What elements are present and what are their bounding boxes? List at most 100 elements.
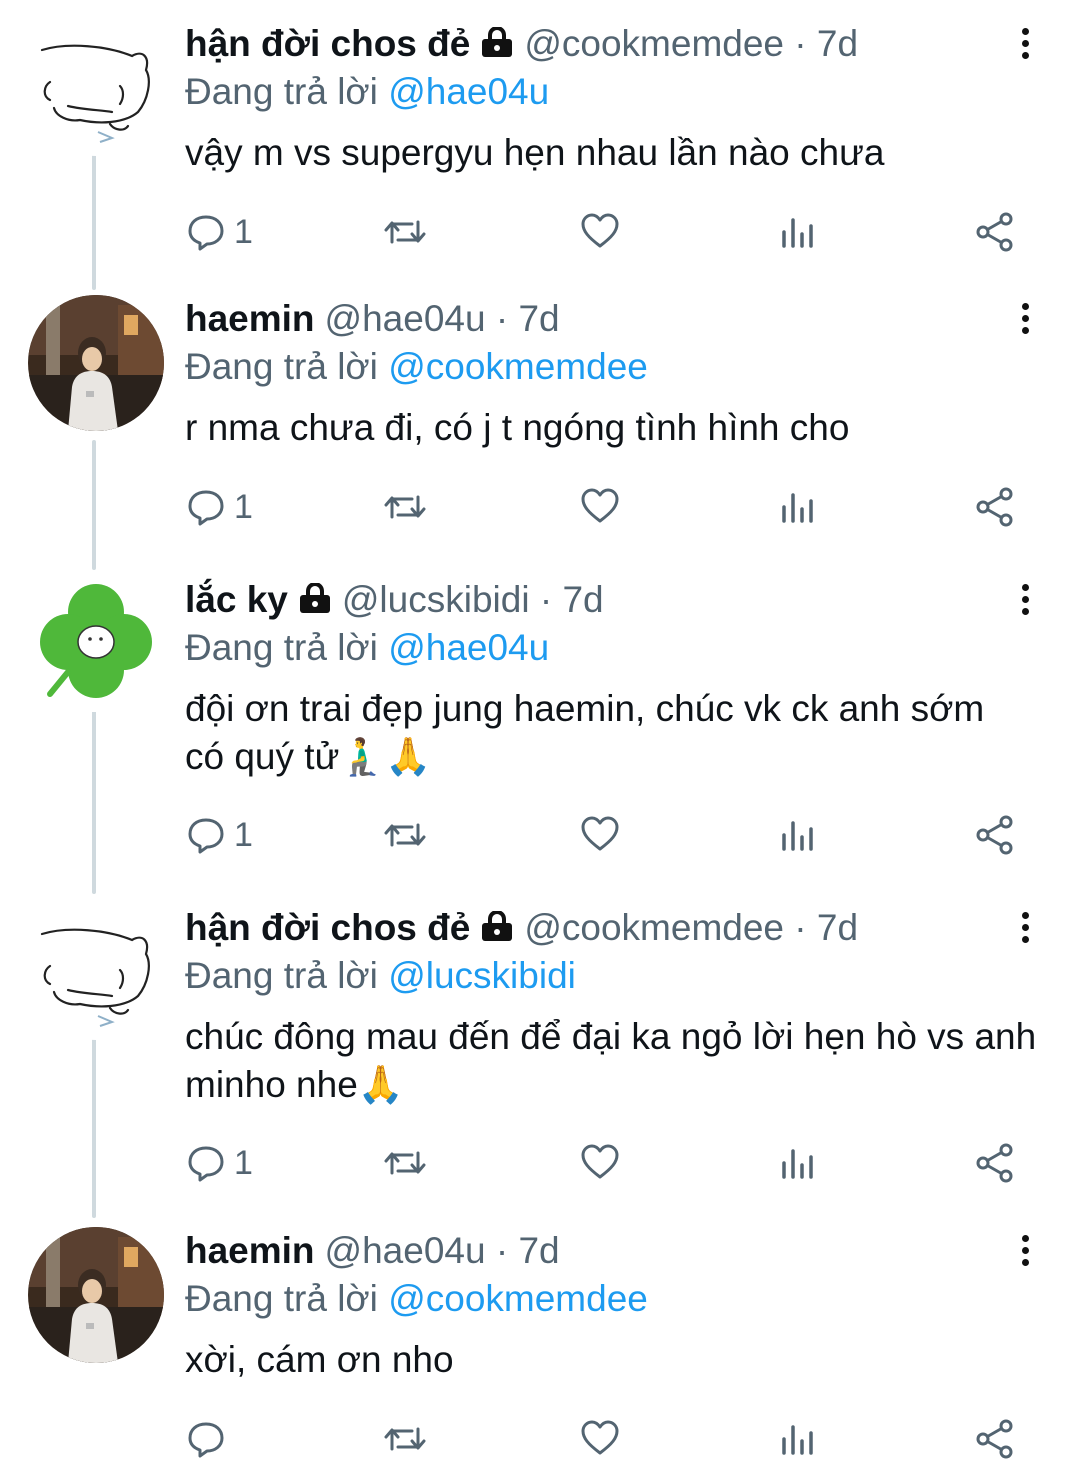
views-button[interactable] [780, 1139, 816, 1187]
photo-avatar-icon [28, 1227, 164, 1363]
display-name[interactable]: hận đời chos đẻ [185, 907, 470, 948]
like-button[interactable] [580, 208, 620, 256]
timestamp[interactable]: 7d [562, 579, 603, 620]
timestamp[interactable]: 7d [817, 907, 858, 948]
timestamp[interactable]: 7d [817, 23, 858, 64]
share-button[interactable] [974, 483, 1016, 531]
views-icon [782, 493, 813, 523]
tweet[interactable]: hận đời chos đẻ @cookmemdee · 7d Đang trả… [0, 904, 1080, 1194]
display-name[interactable]: hận đời chos đẻ [185, 23, 470, 64]
views-button[interactable] [780, 483, 816, 531]
replying-to: Đang trả lời @cookmemdee [185, 1275, 648, 1323]
like-button[interactable] [580, 811, 620, 859]
tweet[interactable]: haemin @hae04u · 7d Đang trả lời @cookmem… [0, 295, 1080, 535]
more-vertical-icon [1021, 912, 1029, 919]
views-button[interactable] [780, 811, 816, 859]
retweet-button[interactable] [382, 208, 428, 256]
retweet-icon [384, 1427, 426, 1451]
share-icon [976, 212, 1013, 252]
user-handle[interactable]: @hae04u [325, 1230, 486, 1271]
replying-to: Đang trả lời @cookmemdee [185, 343, 648, 391]
display-name[interactable]: haemin [185, 1230, 315, 1271]
like-button[interactable] [580, 483, 620, 531]
user-handle[interactable]: @cookmemdee [524, 23, 784, 64]
views-button[interactable] [780, 208, 816, 256]
share-button[interactable] [974, 1415, 1016, 1463]
more-options-button[interactable] [1015, 912, 1035, 952]
views-button[interactable] [780, 1415, 816, 1463]
retweet-button[interactable] [382, 811, 428, 859]
retweet-icon [384, 220, 426, 244]
avatar[interactable] [28, 576, 164, 712]
tweet[interactable]: haemin @hae04u · 7d Đang trả lời @cookmem… [0, 1227, 1080, 1467]
user-handle[interactable]: @lucskibidi [342, 579, 530, 620]
like-button[interactable] [580, 1139, 620, 1187]
views-icon [782, 1425, 813, 1455]
views-icon [782, 821, 813, 851]
reply-button[interactable]: 1 [186, 811, 253, 859]
more-vertical-icon [1021, 28, 1029, 35]
share-button[interactable] [974, 1139, 1016, 1187]
more-options-button[interactable] [1015, 1235, 1035, 1275]
tweet[interactable]: hận đời chos đẻ @cookmemdee · 7d Đang trả… [0, 20, 1080, 260]
reply-button[interactable] [186, 1415, 234, 1463]
more-vertical-icon [1021, 303, 1029, 310]
sketch-avatar-icon [28, 20, 164, 156]
reply-icon [188, 490, 224, 526]
more-options-button[interactable] [1015, 584, 1035, 624]
timestamp[interactable]: 7d [518, 298, 559, 339]
retweet-button[interactable] [382, 1415, 428, 1463]
lock-icon [298, 579, 332, 627]
tweet-actions: 1 [0, 483, 1080, 531]
retweet-button[interactable] [382, 1139, 428, 1187]
mention-link[interactable]: @cookmemdee [388, 1278, 648, 1319]
separator-dot: · [495, 1230, 509, 1271]
reply-button[interactable]: 1 [186, 483, 253, 531]
display-name[interactable]: haemin [185, 298, 315, 339]
separator-dot: · [794, 907, 807, 948]
avatar[interactable] [28, 20, 164, 156]
reply-icon [188, 818, 224, 854]
like-button[interactable] [580, 1415, 620, 1463]
avatar[interactable] [28, 1227, 164, 1363]
display-name[interactable]: lắc ky [185, 579, 288, 620]
user-handle[interactable]: @cookmemdee [524, 907, 784, 948]
replying-to: Đang trả lời @hae04u [185, 624, 549, 672]
tweet-text: r nma chưa đi, có j t ngóng tình hình ch… [185, 407, 850, 448]
heart-icon [581, 488, 619, 523]
views-icon [782, 218, 813, 248]
separator-dot: · [539, 579, 553, 620]
mention-link[interactable]: @lucskibidi [388, 955, 576, 996]
reply-button[interactable]: 1 [186, 1139, 253, 1187]
share-button[interactable] [974, 811, 1016, 859]
mention-link[interactable]: @hae04u [388, 627, 549, 668]
replying-to-label: Đang trả lời [185, 346, 378, 387]
more-options-button[interactable] [1015, 303, 1035, 343]
tweet[interactable]: lắc ky @lucskibidi · 7d Đang trả lời @hae… [0, 576, 1080, 866]
avatar[interactable] [28, 295, 164, 431]
replying-to: Đang trả lời @hae04u [185, 68, 549, 116]
retweet-button[interactable] [382, 483, 428, 531]
reply-button[interactable]: 1 [186, 208, 253, 256]
share-icon [976, 487, 1013, 527]
reply-count: 1 [234, 815, 253, 854]
more-vertical-icon [1021, 584, 1029, 591]
user-handle[interactable]: @hae04u [325, 298, 486, 339]
reply-count: 1 [234, 212, 253, 251]
more-options-button[interactable] [1015, 28, 1035, 68]
share-button[interactable] [974, 208, 1016, 256]
tweet-text: đội ơn trai đẹp jung haemin, chúc vk ck … [185, 688, 985, 777]
mention-link[interactable]: @hae04u [388, 71, 549, 112]
avatar[interactable] [28, 904, 164, 1040]
more-vertical-icon [1021, 1235, 1029, 1242]
replying-to-label: Đang trả lời [185, 71, 378, 112]
timestamp[interactable]: 7d [518, 1230, 559, 1271]
heart-icon [581, 213, 619, 248]
reply-count: 1 [234, 1143, 253, 1182]
replying-to-label: Đang trả lời [185, 955, 378, 996]
heart-icon [581, 1144, 619, 1179]
clover-avatar-icon [28, 576, 164, 712]
reply-count: 1 [234, 487, 253, 526]
mention-link[interactable]: @cookmemdee [388, 346, 648, 387]
lock-icon [480, 907, 514, 955]
